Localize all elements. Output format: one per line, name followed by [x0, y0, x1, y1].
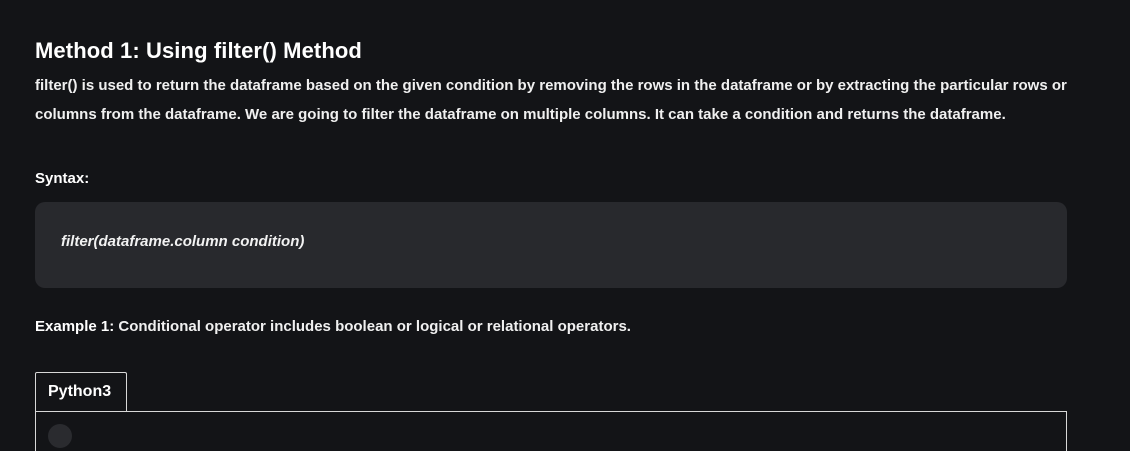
section-heading: Method 1: Using filter() Method	[35, 38, 362, 63]
syntax-code: filter(dataframe.column condition)	[61, 233, 305, 250]
example-label: Example 1:	[35, 318, 115, 335]
example-text: Conditional operator includes boolean or…	[114, 318, 631, 335]
example-description: Example 1: Conditional operator includes…	[35, 315, 631, 339]
syntax-label: Syntax:	[35, 170, 90, 187]
code-panel	[35, 411, 1067, 451]
code-tab-label: Python3	[48, 383, 112, 400]
syntax-code-block: filter(dataframe.column condition)	[35, 202, 1067, 288]
line-marker	[48, 424, 72, 448]
description-paragraph: filter() is used to return the dataframe…	[35, 77, 1067, 123]
code-tab-python3[interactable]: Python3	[35, 372, 127, 411]
